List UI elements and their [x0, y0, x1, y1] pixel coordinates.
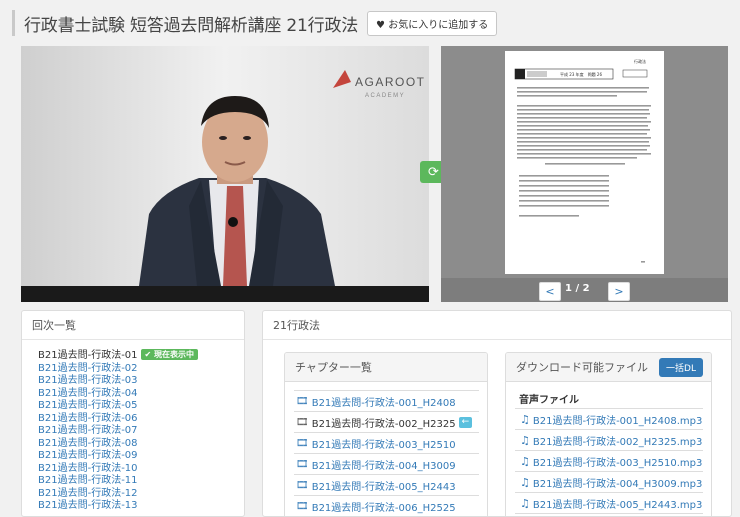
video-logo-sub: ACADEMY [365, 93, 405, 99]
file-label: B21過去問-行政法-005_H2443.mp3 [532, 499, 703, 511]
page-navigation: < 1 / 2 > [441, 278, 728, 302]
music-note-icon: ♫ [520, 496, 530, 510]
episode-list-panel: 回次一覧 B21過去問-行政法-01 ✔ 現在表示中 B21過去問-行政法-02 … [21, 310, 245, 517]
episode-item[interactable]: B21過去問-行政法-13 [38, 500, 244, 513]
episode-item[interactable]: B21過去問-行政法-03 [38, 375, 244, 388]
chapter-list-panel: チャプター一覧 🎞 B21過去問-行政法-001_H2408 🎞 B21過去問-行政… [284, 352, 488, 516]
header-accent-bar [12, 10, 15, 36]
music-note-icon: ♫ [520, 454, 530, 468]
add-favorite-label: お気に入りに追加する [388, 19, 489, 31]
episode-item[interactable]: B21過去問-行政法-04 [38, 388, 244, 401]
chapter-label: B21過去問-行政法-005_H2443 [311, 481, 456, 493]
course-title: 21行政法 [263, 311, 731, 340]
download-file-row[interactable]: ♫ B21過去問-行政法-001_H2408.mp3 [515, 409, 703, 430]
downloads-title-label: ダウンロード可能ファイル [516, 361, 648, 374]
chapter-label: B21過去問-行政法-006_H2525 [311, 502, 456, 514]
film-icon: 🎞 [296, 416, 309, 428]
file-label: B21過去問-行政法-001_H2408.mp3 [532, 415, 703, 427]
episode-item[interactable]: B21過去問-行政法-09 [38, 450, 244, 463]
episode-item[interactable]: B21過去問-行政法-10 [38, 463, 244, 476]
document-viewer: 行政法 平成 23 年度 問題 26 < 1 / 2 > [441, 46, 728, 302]
doc-text-lines [517, 87, 651, 263]
chapter-label: B21過去問-行政法-003_H2510 [311, 439, 456, 451]
music-note-icon: ♫ [520, 433, 530, 447]
video-player[interactable]: AGAROOT ACADEMY [21, 46, 429, 302]
chapter-list-title: チャプター一覧 [285, 353, 487, 382]
download-file-row[interactable]: ♫ B21過去問-行政法-002_H2325.mp3 [515, 430, 703, 451]
film-icon: 🎞 [296, 458, 309, 470]
film-icon: 🎞 [296, 500, 309, 512]
page-indicator: 1 / 2 [565, 283, 590, 294]
chapter-list: 🎞 B21過去問-行政法-001_H2408 🎞 B21過去問-行政法-002_H2… [285, 382, 487, 516]
download-file-row[interactable]: ♫ B21過去問-行政法-004_H3009.mp3 [515, 472, 703, 493]
doc-header-box: 平成 23 年度 問題 26 [560, 71, 602, 77]
film-icon: 🎞 [296, 437, 309, 449]
episode-item[interactable]: B21過去問-行政法-11 [38, 475, 244, 488]
episode-item[interactable]: B21過去問-行政法-02 [38, 363, 244, 376]
document-page: 行政法 平成 23 年度 問題 26 [505, 51, 664, 274]
prev-page-button[interactable]: < [539, 282, 561, 301]
download-file-row[interactable]: ♫ B21過去問-行政法-003_H2510.mp3 [515, 451, 703, 472]
episode-list: B21過去問-行政法-01 ✔ 現在表示中 B21過去問-行政法-02 B21過去… [22, 340, 244, 513]
downloads-title: ダウンロード可能ファイル 一括DL [506, 353, 711, 382]
episode-item[interactable]: B21過去問-行政法-12 [38, 488, 244, 501]
heart-icon: ♥ [376, 19, 386, 31]
audio-files-heading: 音声ファイル [515, 388, 703, 409]
page-title: 行政書士試験 短答過去問解析講座 21行政法 [24, 15, 359, 36]
music-note-icon: ♫ [520, 475, 530, 489]
download-list: 音声ファイル ♫ B21過去問-行政法-001_H2408.mp3 ♫ B21過去問… [506, 382, 711, 514]
chapter-row[interactable]: 🎞 B21過去問-行政法-006_H2525 [294, 496, 479, 516]
current-badge: ✔ 現在表示中 [140, 349, 199, 360]
download-file-row[interactable]: ♫ B21過去問-行政法-005_H2443.mp3 [515, 493, 703, 514]
refresh-icon: ⟳ [428, 164, 439, 180]
page-header: 行政書士試験 短答過去問解析講座 21行政法 ♥ お気に入りに追加する [12, 7, 498, 39]
episode-item[interactable]: B21過去問-行政法-05 [38, 400, 244, 413]
chapter-label: B21過去問-行政法-002_H2325 [311, 418, 456, 430]
chevron-left-icon: < [545, 285, 555, 298]
add-favorite-button[interactable]: ♥ お気に入りに追加する [367, 10, 498, 36]
chapter-row[interactable]: 🎞 B21過去問-行政法-003_H2510 [294, 433, 479, 454]
episode-item[interactable]: B21過去問-行政法-07 [38, 425, 244, 438]
chapter-row-current[interactable]: 🎞 B21過去問-行政法-002_H2325 ← [294, 412, 479, 433]
video-logo-text: AGAROOT [355, 75, 426, 89]
episode-item[interactable]: B21過去問-行政法-08 [38, 438, 244, 451]
file-label: B21過去問-行政法-004_H3009.mp3 [532, 478, 703, 490]
episode-label: B21過去問-行政法-01 [38, 350, 138, 361]
chapter-row[interactable]: 🎞 B21過去問-行政法-004_H3009 [294, 454, 479, 475]
episode-item-current[interactable]: B21過去問-行政法-01 ✔ 現在表示中 [38, 349, 244, 363]
chapter-row[interactable]: 🎞 B21過去問-行政法-005_H2443 [294, 475, 479, 496]
downloads-panel: ダウンロード可能ファイル 一括DL 音声ファイル ♫ B21過去問-行政法-001… [505, 352, 712, 516]
next-page-button[interactable]: > [608, 282, 630, 301]
current-badge-label: 現在表示中 [154, 350, 195, 359]
chapter-row[interactable]: 🎞 B21過去問-行政法-001_H2408 [294, 390, 479, 412]
music-note-icon: ♫ [520, 412, 530, 426]
episode-list-title: 回次一覧 [22, 311, 244, 340]
course-panel: 21行政法 チャプター一覧 🎞 B21過去問-行政法-001_H2408 🎞 B21… [262, 310, 732, 517]
chapter-label: B21過去問-行政法-004_H3009 [311, 460, 456, 472]
episode-item[interactable]: B21過去問-行政法-06 [38, 413, 244, 426]
bulk-download-button[interactable]: 一括DL [659, 358, 703, 377]
chapter-label: B21過去問-行政法-001_H2408 [311, 397, 456, 409]
film-icon: 🎞 [296, 395, 309, 407]
film-icon: 🎞 [296, 479, 309, 491]
file-label: B21過去問-行政法-002_H2325.mp3 [532, 436, 703, 448]
chevron-right-icon: > [614, 285, 624, 298]
file-label: B21過去問-行政法-003_H2510.mp3 [532, 457, 703, 469]
arrow-left-icon: ← [458, 416, 473, 428]
doc-header-small: 行政法 [634, 58, 646, 64]
